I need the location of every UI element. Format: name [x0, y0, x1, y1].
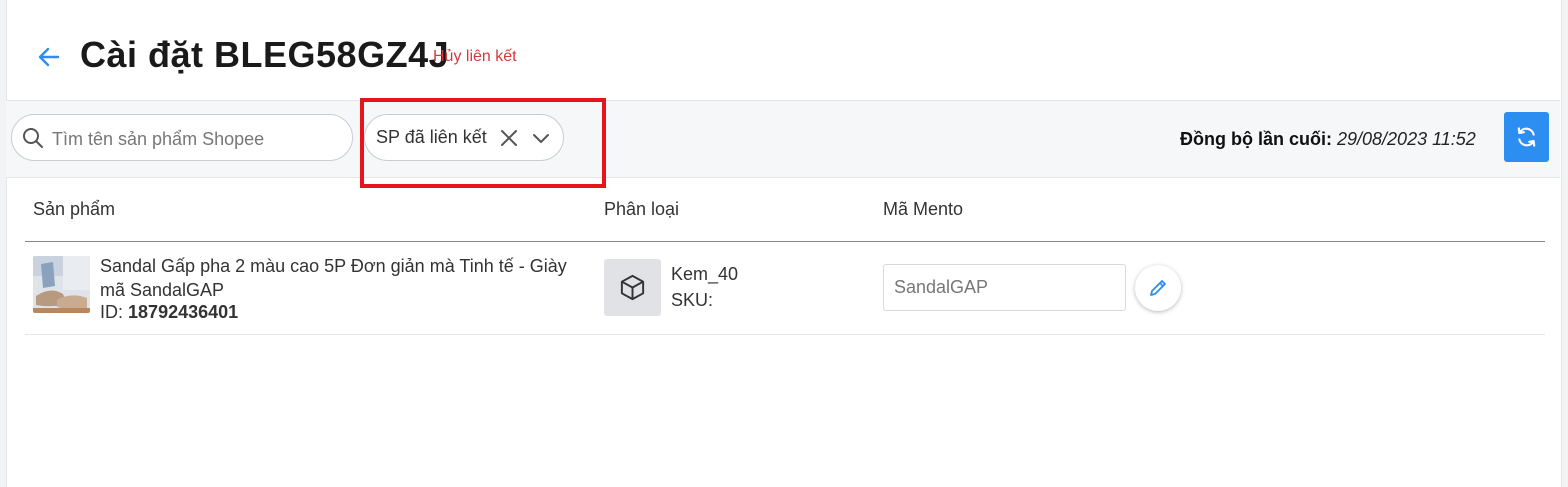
- search-box[interactable]: [11, 114, 353, 161]
- mento-code-field[interactable]: [883, 264, 1126, 311]
- search-input[interactable]: [50, 123, 344, 155]
- column-header-product: Sản phẩm: [33, 199, 116, 219]
- filter-toolbar: SP đã liên kết Đồng bộ lần cuối: 29/08/2…: [6, 100, 1560, 178]
- search-icon: [23, 128, 43, 148]
- header-divider: [25, 241, 1545, 242]
- product-id: ID: 18792436401: [100, 302, 238, 323]
- product-thumbnail: [33, 256, 90, 313]
- chevron-down-icon[interactable]: [531, 129, 551, 149]
- row-divider: [25, 334, 1545, 335]
- column-header-variant: Phân loại: [604, 199, 680, 219]
- page-title: Cài đặt BLEG58GZ4J: [80, 34, 450, 75]
- right-scrollbar[interactable]: [1561, 0, 1568, 487]
- column-header-mento-code: Mã Mento: [883, 199, 964, 219]
- product-id-label: ID:: [100, 302, 124, 322]
- product-id-value: 18792436401: [128, 302, 239, 322]
- last-sync-label: Đồng bộ lần cuối:: [1180, 129, 1332, 149]
- edit-mento-code-button[interactable]: [1135, 265, 1181, 311]
- last-sync-time: 29/08/2023 11:52: [1337, 129, 1476, 149]
- variant-sku: SKU:: [671, 290, 714, 310]
- back-arrow-icon[interactable]: [36, 42, 62, 72]
- link-status-filter[interactable]: SP đã liên kết: [364, 114, 564, 161]
- close-icon[interactable]: [499, 128, 519, 148]
- filter-selected-value: SP đã liên kết: [376, 127, 487, 147]
- variant-name: Kem_40: [671, 264, 739, 284]
- page-header: Cài đặt BLEG58GZ4J Hủy liên kết: [6, 0, 1560, 100]
- sync-button[interactable]: [1504, 112, 1549, 162]
- unlink-link[interactable]: Hủy liên kết: [433, 48, 517, 66]
- pencil-icon: [1150, 280, 1166, 296]
- refresh-icon: [1517, 127, 1536, 147]
- box-icon: [620, 274, 645, 301]
- variant-thumbnail: [604, 259, 661, 316]
- product-name[interactable]: Sandal Gấp pha 2 màu cao 5P Đơn giản mà …: [100, 254, 580, 302]
- last-sync-info: Đồng bộ lần cuối: 29/08/2023 11:52: [1180, 129, 1476, 150]
